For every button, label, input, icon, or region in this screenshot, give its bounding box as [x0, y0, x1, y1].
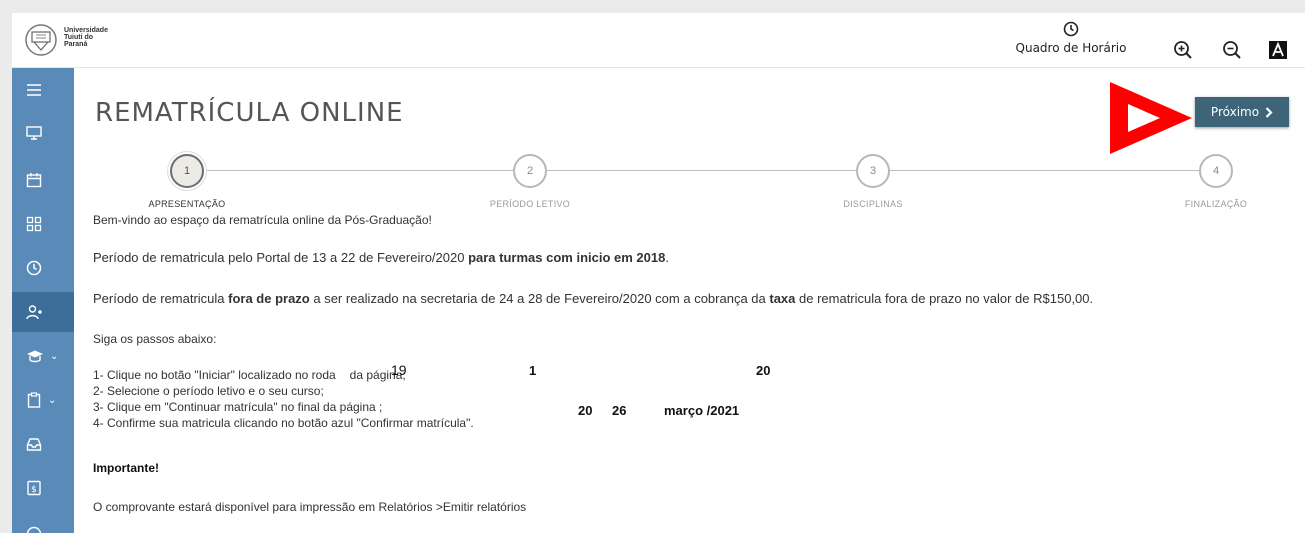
step-4-label: FINALIZAÇÃO [1184, 199, 1248, 209]
clock-icon [26, 260, 42, 276]
step-4-circle[interactable]: 4 [1199, 154, 1233, 188]
clock-icon [1063, 21, 1079, 37]
chevron-down-icon: ⌄ [50, 350, 59, 362]
schedule-label: Quadro de Horário [1015, 41, 1127, 55]
circle-icon [26, 526, 42, 533]
sidebar-item-finance[interactable]: $ [12, 468, 74, 508]
welcome-text: Bem-vindo ao espaço da rematrícula onlin… [93, 213, 432, 227]
step-1-label: APRESENTAÇÃO [148, 199, 226, 209]
logo-text: Universidade Tuiuti do Paraná [64, 27, 108, 48]
sidebar-item-academic[interactable]: ⌄ [12, 336, 74, 376]
seal-icon [25, 24, 57, 56]
overlay-number: 20 [578, 403, 593, 418]
chevron-right-icon [1265, 106, 1273, 118]
app-window: Universidade Tuiuti do Paraná Quadro de … [12, 13, 1305, 533]
important-heading: Importante! [93, 461, 159, 475]
overlay-date: março /2021 [664, 403, 740, 418]
sidebar: ⌄ ⌄ $ [12, 68, 74, 533]
step-3-label: DISCIPLINAS [843, 199, 903, 209]
steps-intro: Siga os passos abaixo: [93, 332, 217, 346]
contrast-icon[interactable] [1269, 41, 1287, 59]
step-line-4: 4- Confirme sua matricula clicando no bo… [93, 416, 474, 430]
sidebar-item-enrollment[interactable] [12, 292, 74, 332]
main-content: REMATRÍCULA ONLINE Próximo 1 2 3 4 APRES… [74, 68, 1305, 533]
step-2-label: PERÍODO LETIVO [489, 199, 571, 209]
late-period-paragraph: Período de rematricula fora de prazo a s… [93, 291, 1094, 306]
overlay-number: 1 [529, 363, 537, 378]
grid-icon [26, 216, 42, 232]
step-line-1: 1- Clique no botão "Iniciar" localizado … [93, 368, 406, 382]
overlay-number: 26 [612, 403, 627, 418]
sidebar-item-apps[interactable] [12, 204, 74, 244]
overlay-number: 20 [756, 363, 771, 378]
clipboard-icon [27, 392, 41, 408]
money-document-icon: $ [27, 480, 41, 496]
step-line-2: 2- Selecione o período letivo e o seu cu… [93, 384, 324, 398]
sidebar-item-calendar[interactable] [12, 160, 74, 200]
schedule-link[interactable]: Quadro de Horário [1015, 21, 1127, 57]
chevron-down-icon: ⌄ [48, 394, 57, 406]
university-logo[interactable]: Universidade Tuiuti do Paraná [24, 23, 114, 57]
sidebar-item-dashboard[interactable] [12, 113, 74, 153]
monitor-icon [26, 126, 42, 140]
graduation-cap-icon [27, 350, 43, 363]
menu-icon [27, 84, 41, 96]
svg-text:$: $ [31, 485, 37, 495]
receipt-note: O comprovante estará disponível para imp… [93, 500, 527, 514]
step-1-circle[interactable]: 1 [170, 154, 204, 188]
calendar-icon [26, 173, 42, 188]
add-user-icon [26, 305, 42, 320]
sidebar-item-more[interactable] [12, 514, 74, 533]
period-paragraph: Período de rematricula pelo Portal de 13… [93, 250, 669, 265]
step-3-circle[interactable]: 3 [856, 154, 890, 188]
zoom-in-icon[interactable] [1172, 39, 1194, 61]
next-button-label: Próximo [1210, 105, 1260, 119]
sidebar-item-documents[interactable]: ⌄ [12, 380, 74, 420]
sidebar-item-inbox[interactable] [12, 424, 74, 464]
step-2-circle[interactable]: 2 [513, 154, 547, 188]
page-title: REMATRÍCULA ONLINE [95, 98, 404, 128]
sidebar-item-menu[interactable] [12, 70, 74, 110]
step-line-3: 3- Clique em "Continuar matrícula" no fi… [93, 400, 383, 414]
next-button[interactable]: Próximo [1195, 97, 1289, 127]
progress-line [187, 170, 1203, 171]
overlay-number: 19 [391, 362, 407, 378]
play-arrow-icon [1110, 82, 1192, 154]
top-bar: Universidade Tuiuti do Paraná Quadro de … [12, 13, 1305, 68]
zoom-out-icon[interactable] [1221, 39, 1243, 61]
sidebar-item-schedule[interactable] [12, 248, 74, 288]
inbox-icon [26, 438, 42, 451]
